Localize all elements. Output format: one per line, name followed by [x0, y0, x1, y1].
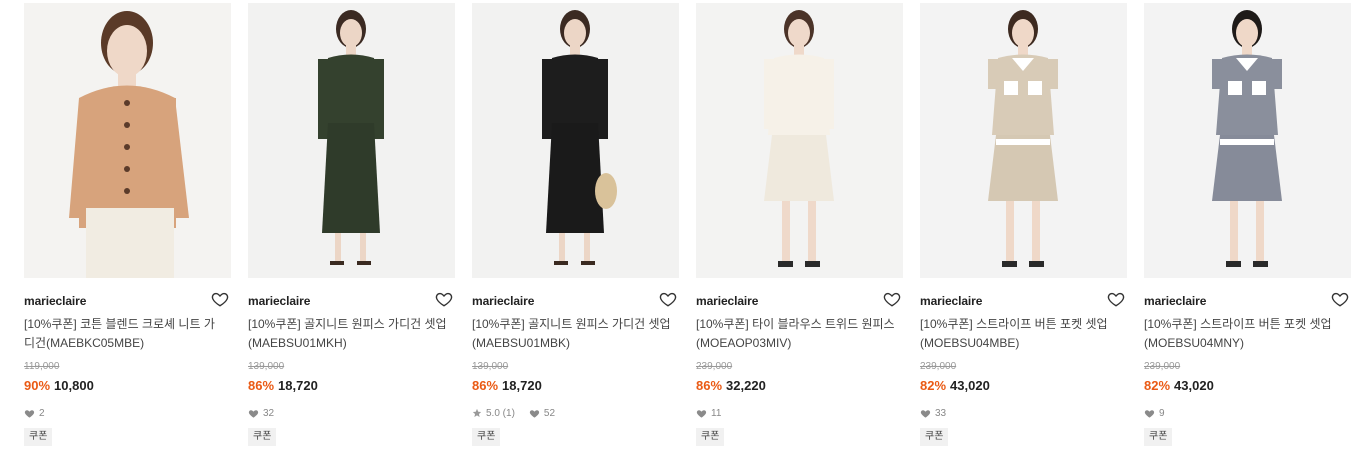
discount-rate: 86%	[248, 378, 275, 393]
brand-name[interactable]: marieclaire	[920, 294, 982, 308]
product-card[interactable]: marieclaire [10%쿠폰] 골지니트 원피스 가디건 셋업(MAEB…	[248, 3, 455, 463]
heart-filled-icon	[529, 409, 540, 418]
like-count: 2	[39, 407, 45, 419]
heart-outline-icon[interactable]	[659, 290, 677, 308]
sale-price: 18,720	[502, 378, 542, 393]
product-stats: 11	[696, 406, 903, 420]
product-card[interactable]: marieclaire [10%쿠폰] 코튼 블렌드 크로셰 니트 가디건(MA…	[24, 3, 231, 463]
brand-name[interactable]: marieclaire	[248, 294, 310, 308]
heart-filled-icon	[696, 409, 707, 418]
sale-price: 43,020	[1174, 378, 1214, 393]
product-stats: 9	[1144, 406, 1351, 420]
like-count: 33	[935, 407, 947, 419]
product-image[interactable]	[472, 3, 679, 278]
heart-filled-icon	[1144, 409, 1155, 418]
product-image[interactable]	[24, 3, 231, 278]
product-grid: marieclaire [10%쿠폰] 코튼 블렌드 크로셰 니트 가디건(MA…	[0, 0, 1357, 468]
discount-rate: 86%	[472, 378, 499, 393]
product-stats: 2	[24, 406, 231, 420]
product-image[interactable]	[920, 3, 1127, 278]
heart-outline-icon[interactable]	[211, 290, 229, 308]
coupon-tag: 쿠폰	[472, 428, 501, 446]
product-card[interactable]: marieclaire [10%쿠폰] 타이 블라우스 트위드 원피스(MOEA…	[696, 3, 903, 463]
product-stats: 32	[248, 406, 455, 420]
product-stats: 33	[920, 406, 1127, 420]
sale-price: 43,020	[950, 378, 990, 393]
product-name[interactable]: [10%쿠폰] 코튼 블렌드 크로셰 니트 가디건(MAEBKC05MBE)	[24, 315, 224, 353]
product-card[interactable]: marieclaire [10%쿠폰] 골지니트 원피스 가디건 셋업(MAEB…	[472, 3, 679, 463]
heart-filled-icon	[248, 409, 259, 418]
discount-rate: 90%	[24, 378, 51, 393]
heart-filled-icon	[24, 409, 35, 418]
coupon-tag: 쿠폰	[1144, 428, 1173, 446]
original-price: 239,000	[696, 361, 733, 372]
like-count: 11	[711, 407, 722, 419]
sale-price: 32,220	[726, 378, 766, 393]
original-price: 139,000	[248, 361, 285, 372]
like-count: 32	[263, 407, 275, 419]
sale-price: 10,800	[54, 378, 94, 393]
discount-rate: 82%	[1144, 378, 1171, 393]
heart-filled-icon	[920, 409, 931, 418]
discount-rate: 82%	[920, 378, 947, 393]
product-image[interactable]	[1144, 3, 1351, 278]
like-count: 52	[543, 407, 556, 419]
coupon-tag: 쿠폰	[248, 428, 277, 446]
product-name[interactable]: [10%쿠폰] 타이 블라우스 트위드 원피스(MOEAOP03MIV)	[696, 315, 896, 353]
heart-outline-icon[interactable]	[1331, 290, 1349, 308]
product-image[interactable]	[696, 3, 903, 278]
brand-name[interactable]: marieclaire	[472, 294, 534, 308]
product-card[interactable]: marieclaire [10%쿠폰] 스트라이프 버튼 포켓 셋업(MOEBS…	[1144, 3, 1351, 463]
original-price: 239,000	[920, 361, 957, 372]
original-price: 139,000	[472, 361, 509, 372]
product-name[interactable]: [10%쿠폰] 스트라이프 버튼 포켓 셋업(MOEBSU04MBE)	[920, 315, 1120, 353]
product-stats: 5.0 (1) 52	[472, 406, 679, 420]
discount-rate: 86%	[696, 378, 723, 393]
original-price: 119,000	[24, 361, 60, 372]
coupon-tag: 쿠폰	[920, 428, 949, 446]
coupon-tag: 쿠폰	[24, 428, 53, 446]
star-icon	[472, 408, 482, 417]
product-card[interactable]: marieclaire [10%쿠폰] 스트라이프 버튼 포켓 셋업(MOEBS…	[920, 3, 1127, 463]
brand-name[interactable]: marieclaire	[1144, 294, 1206, 308]
rating-text: 5.0 (1)	[486, 407, 515, 419]
brand-name[interactable]: marieclaire	[24, 294, 86, 308]
original-price: 239,000	[1144, 361, 1181, 372]
like-count: 9	[1159, 407, 1165, 419]
sale-price: 18,720	[278, 378, 318, 393]
heart-outline-icon[interactable]	[883, 290, 901, 308]
heart-outline-icon[interactable]	[435, 290, 453, 308]
product-image[interactable]	[248, 3, 455, 278]
coupon-tag: 쿠폰	[696, 428, 725, 446]
product-name[interactable]: [10%쿠폰] 스트라이프 버튼 포켓 셋업(MOEBSU04MNY)	[1144, 315, 1344, 353]
heart-outline-icon[interactable]	[1107, 290, 1125, 308]
product-name[interactable]: [10%쿠폰] 골지니트 원피스 가디건 셋업(MAEBSU01MBK)	[472, 315, 672, 353]
brand-name[interactable]: marieclaire	[696, 294, 758, 308]
product-name[interactable]: [10%쿠폰] 골지니트 원피스 가디건 셋업(MAEBSU01MKH)	[248, 315, 448, 353]
